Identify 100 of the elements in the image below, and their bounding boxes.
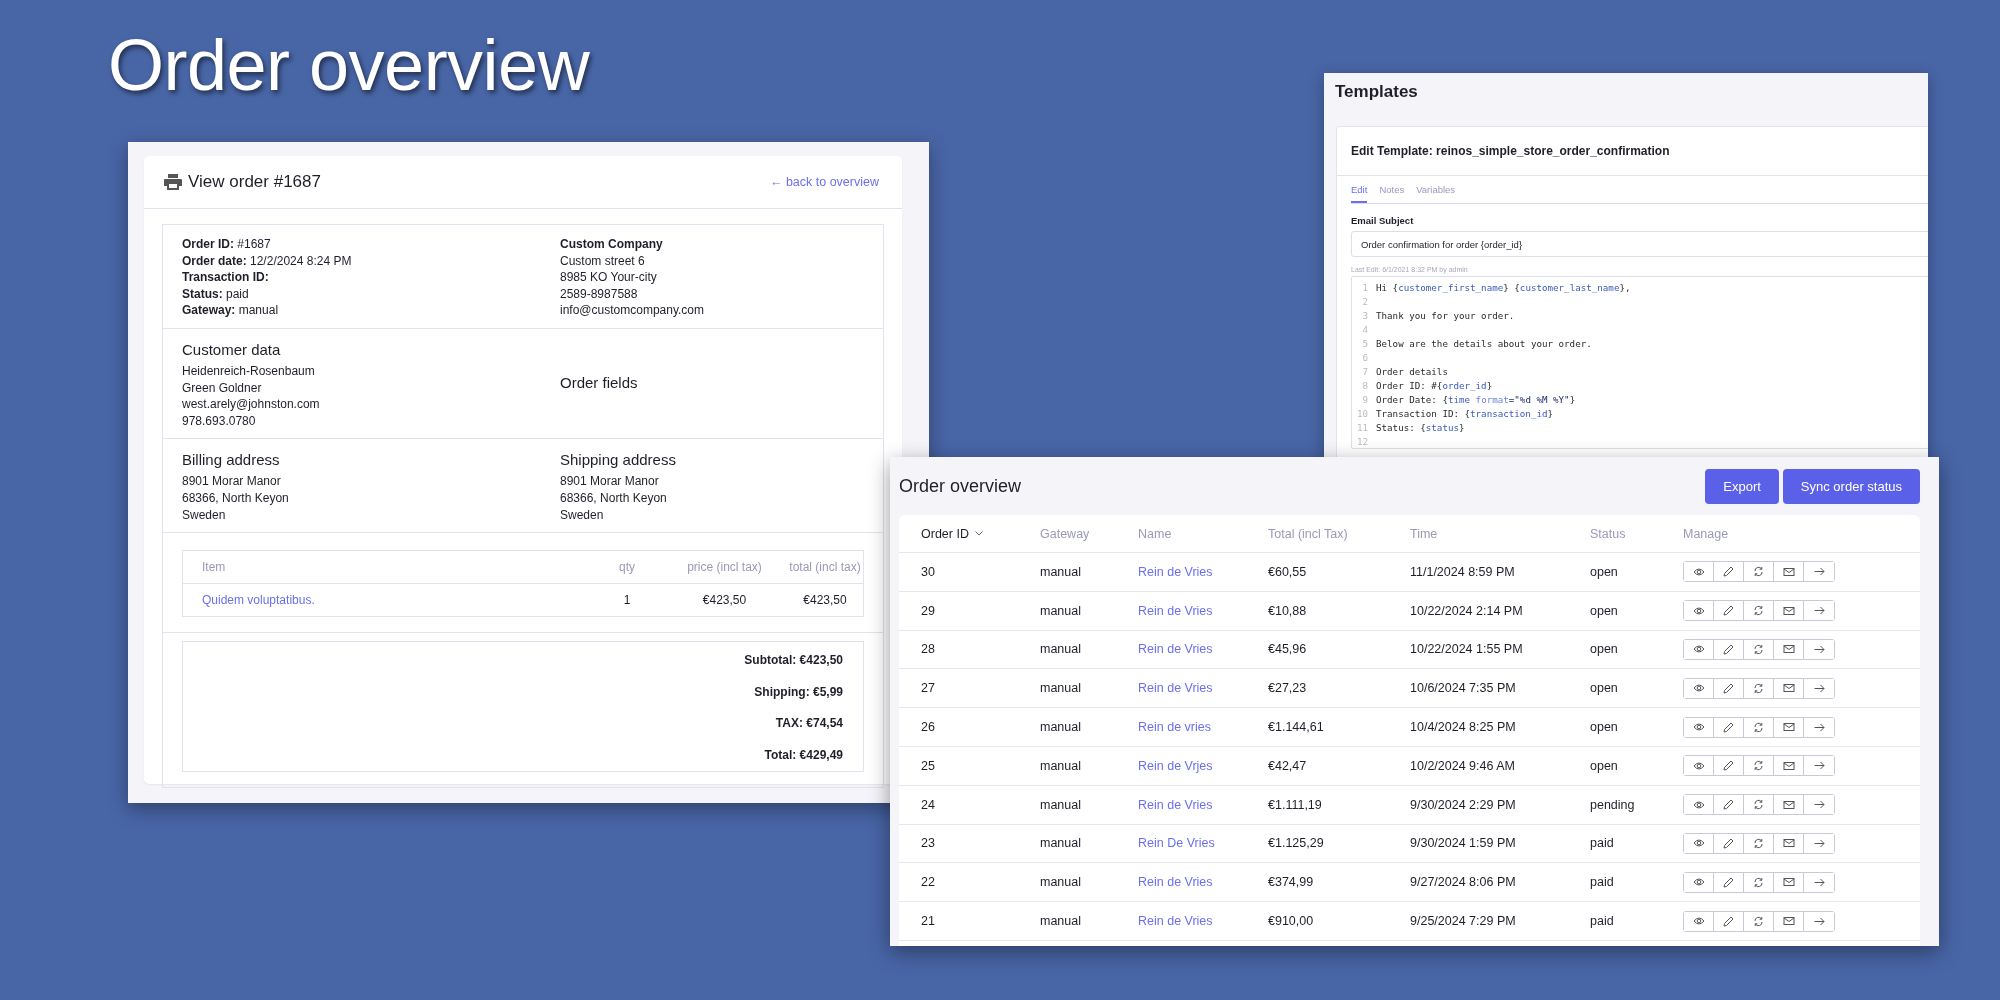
view-button[interactable] (1684, 872, 1714, 892)
card-title: Edit Template: reinos_simple_store_order_confirmation (1351, 144, 1670, 158)
arrow-right-icon (1813, 761, 1825, 771)
address-line: 8901 Morar Manor (182, 473, 282, 490)
refresh-icon (1753, 682, 1764, 694)
mail-icon (1782, 722, 1795, 733)
printer-icon (164, 174, 182, 190)
pencil-icon (1723, 876, 1734, 888)
view-button[interactable] (1684, 795, 1714, 815)
refresh-icon (1753, 566, 1764, 578)
arrow-right-icon (1813, 800, 1825, 810)
view-button[interactable] (1684, 601, 1714, 621)
status-cell-text: open (1590, 681, 1619, 696)
table-cell-text: €423,50 (802, 593, 848, 608)
mail-icon (1782, 644, 1795, 655)
view-button[interactable] (1684, 717, 1714, 737)
customer-link[interactable]: Rein de Vries (1138, 797, 1268, 812)
line-number: 5 (1361, 337, 1368, 349)
sort-caret-icon[interactable] (974, 531, 983, 536)
page-title: Order overview (108, 24, 590, 106)
table-cell-text: €45,96 (1268, 642, 1308, 657)
panel-title: Order overview (899, 475, 1022, 497)
status-cell-text: open (1590, 720, 1619, 735)
table-cell-text: 9/30/2024 2:29 PM (1410, 797, 1517, 812)
table-cell-text: 9/27/2024 8:06 PM (1410, 875, 1517, 890)
export-button[interactable]: Export (1705, 468, 1779, 504)
customer-link[interactable]: Rein de vries (1138, 720, 1268, 735)
customer-detail: Green Goldner (182, 379, 263, 397)
pencil-icon (1723, 799, 1734, 811)
tab[interactable]: Edit (1351, 176, 1368, 203)
arrow-right-icon (1813, 606, 1825, 616)
code-line: Order Date: {time format="%d %M %Y"} (1376, 393, 1576, 405)
eye-icon (1692, 760, 1705, 771)
table-cell-text: 27 (921, 681, 936, 696)
customer-link[interactable]: Rein de Vries (1138, 681, 1268, 696)
sync-button[interactable]: Sync order status (1782, 468, 1920, 504)
eye-icon (1692, 799, 1705, 810)
view-button[interactable] (1684, 640, 1714, 659)
address-line: 68366, North Keyon (560, 489, 668, 507)
customer-link[interactable]: Rein de Vries (1138, 564, 1268, 579)
table-cell-text: €27,23 (1268, 681, 1308, 696)
tab[interactable]: Notes (1379, 176, 1405, 203)
status-cell-text: open (1590, 758, 1619, 773)
refresh-icon (1753, 799, 1764, 811)
status-cell-text: open (1590, 603, 1619, 618)
arrow-right-icon (1813, 683, 1825, 693)
pencil-icon (1723, 721, 1734, 733)
order-detail: Order ID: #1687 (182, 236, 272, 253)
arrow-right-icon (1813, 877, 1825, 887)
refresh-icon (1753, 876, 1764, 888)
view-button[interactable] (1684, 562, 1714, 582)
back-link[interactable]: ← back to overview (769, 175, 879, 189)
line-number: 11 (1355, 421, 1368, 433)
pencil-icon (1723, 566, 1734, 578)
column-header: Total (incl Tax) (1268, 526, 1349, 541)
column-header: Gateway (1040, 526, 1091, 541)
section-heading: Billing address (182, 450, 281, 471)
view-button[interactable] (1684, 911, 1714, 931)
customer-link[interactable]: Rein de Vries (1138, 914, 1268, 929)
line-number: 12 (1355, 435, 1368, 447)
customer-link[interactable]: Rein de Vries (1138, 603, 1268, 618)
customer-link[interactable]: Rein de Vrjes (1138, 758, 1268, 773)
mail-icon (1782, 683, 1795, 694)
table-cell-text: manual (1040, 797, 1082, 812)
customer-link[interactable]: Rein De Vries (1138, 836, 1268, 851)
table-cell-text: manual (1040, 681, 1082, 696)
eye-icon (1692, 916, 1705, 927)
arrow-right-icon (1813, 916, 1825, 926)
subject-field[interactable]: Order confirmation for order {order_id} (1351, 231, 1928, 257)
view-button[interactable] (1684, 833, 1714, 853)
column-header: total (incl tax) (788, 560, 862, 575)
view-button[interactable] (1684, 756, 1714, 776)
view-button[interactable] (1684, 678, 1714, 698)
mail-icon (1782, 566, 1795, 577)
customer-link[interactable]: Rein de Vries (1138, 875, 1268, 890)
table-cell-text: 26 (921, 720, 936, 735)
status-cell-text: paid (1590, 914, 1615, 929)
code-line: Hi {customer_first_name} {customer_last_name}, (1376, 281, 1631, 293)
code-editor[interactable] (1351, 276, 1928, 449)
table-cell-text: manual (1040, 642, 1082, 657)
column-header[interactable]: Order ID (921, 526, 969, 541)
item-link[interactable]: Quidem voluptatibus. (202, 593, 592, 608)
mail-icon (1782, 799, 1795, 810)
order-title: View order #1687 (188, 172, 321, 192)
status-cell-text: open (1590, 642, 1619, 657)
table-cell-text: 29 (921, 603, 936, 618)
total-line: Shipping: €5,99 (754, 683, 843, 701)
address-line: 8901 Morar Manor (560, 473, 660, 490)
tab[interactable]: Variables (1416, 176, 1456, 203)
status-cell-text: pending (1590, 797, 1636, 812)
table-cell-text: 10/6/2024 7:35 PM (1410, 681, 1517, 696)
arrow-right-icon (1813, 645, 1825, 654)
code-line: Below are the details about your order. (1376, 337, 1592, 349)
table-cell-text: manual (1040, 603, 1082, 618)
address-line: Sweden (560, 506, 605, 524)
table-cell-text: €423,50 (701, 593, 748, 608)
line-number: 6 (1361, 351, 1368, 363)
order-detail: Status: paid (182, 285, 250, 303)
customer-link[interactable]: Rein de Vries (1138, 642, 1268, 657)
eye-icon (1692, 605, 1705, 616)
